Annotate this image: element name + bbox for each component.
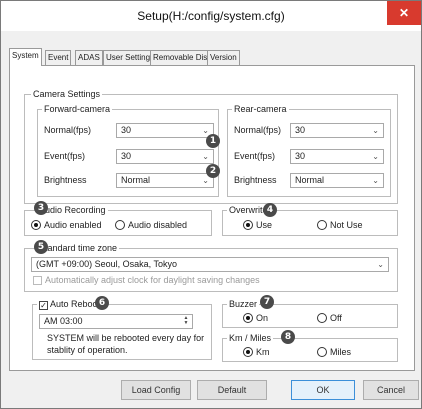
auto-reboot-legend: ✓ Auto Reboot <box>37 299 103 310</box>
rear-event-label: Event(fps) <box>234 151 276 161</box>
overwrite-not-use-label: Not Use <box>330 220 363 230</box>
close-button[interactable]: ✕ <box>387 1 421 25</box>
spin-updown-icon[interactable]: ▲ ▼ <box>181 316 191 327</box>
time-zone-legend: Standard time zone <box>37 243 120 253</box>
forward-event-value: 30 <box>121 151 132 161</box>
overwrite-group: Overwrite Use Not Use <box>222 205 398 236</box>
forward-camera-group: Forward-camera Normal(fps) 30 ⌄ Event(fp… <box>37 104 219 197</box>
time-zone-group: Standard time zone (GMT +09:00) Seoul, O… <box>24 243 398 292</box>
load-config-button[interactable]: Load Config <box>121 380 191 400</box>
tab-removable-disk[interactable]: Removable Disk <box>150 50 215 66</box>
buzzer-on-radio[interactable] <box>243 313 253 323</box>
forward-brightness-label: Brightness <box>44 175 87 185</box>
forward-normal-fps-select[interactable]: 30 ⌄ <box>116 123 214 138</box>
buzzer-off-label: Off <box>330 313 342 323</box>
audio-disabled-radio[interactable] <box>115 220 125 230</box>
forward-camera-legend: Forward-camera <box>42 104 113 114</box>
audio-enabled-label: Audio enabled <box>44 220 102 230</box>
audio-enabled-radio[interactable] <box>31 220 41 230</box>
callout-badge-2: 2 <box>206 164 220 178</box>
audio-recording-group: Audio Recording Audio enabled Audio disa… <box>24 205 212 236</box>
setup-dialog: Setup(H:/config/system.cfg) ✕ System Eve… <box>0 0 422 409</box>
cancel-button[interactable]: Cancel <box>363 380 419 400</box>
forward-brightness-value: Normal <box>121 175 151 185</box>
units-km-label: Km <box>256 347 270 357</box>
buzzer-group: Buzzer On Off <box>222 299 398 328</box>
forward-event-label: Event(fps) <box>44 151 86 161</box>
chevron-down-icon: ⌄ <box>202 152 209 161</box>
rear-brightness-select[interactable]: Normal ⌄ <box>290 173 384 188</box>
rear-camera-legend: Rear-camera <box>232 104 289 114</box>
tab-adas[interactable]: ADAS <box>75 50 103 66</box>
forward-event-fps-select[interactable]: 30 ⌄ <box>116 149 214 164</box>
buzzer-off-radio[interactable] <box>317 313 327 323</box>
callout-badge-4: 4 <box>263 203 277 217</box>
forward-brightness-select[interactable]: Normal ⌄ <box>116 173 214 188</box>
rear-normal-value: 30 <box>295 125 306 135</box>
tab-event[interactable]: Event <box>45 50 72 66</box>
buzzer-legend: Buzzer <box>227 299 260 309</box>
time-zone-value: (GMT +09:00) Seoul, Osaka, Tokyo <box>36 259 177 269</box>
chevron-down-icon: ⌄ <box>372 152 379 161</box>
callout-badge-7: 7 <box>260 295 274 309</box>
callout-badge-5: 5 <box>34 240 48 254</box>
rear-brightness-label: Brightness <box>234 175 277 185</box>
auto-reboot-checkbox[interactable]: ✓ <box>39 301 48 310</box>
units-legend: Km / Miles <box>227 333 274 343</box>
window-title: Setup(H:/config/system.cfg) <box>137 9 285 23</box>
rear-camera-group: Rear-camera Normal(fps) 30 ⌄ Event(fps) … <box>227 104 391 197</box>
reboot-time-value: AM 03:00 <box>44 316 83 326</box>
audio-disabled-label: Audio disabled <box>128 220 188 230</box>
forward-normal-value: 30 <box>121 125 132 135</box>
rear-normal-fps-select[interactable]: 30 ⌄ <box>290 123 384 138</box>
callout-badge-3: 3 <box>34 201 48 215</box>
auto-reboot-label: Auto Reboot <box>50 299 101 309</box>
units-miles-label: Miles <box>330 347 352 357</box>
auto-reboot-group: ✓ Auto Reboot AM 03:00 ▲ ▼ SYSTEM will be … <box>32 299 212 360</box>
rear-event-value: 30 <box>295 151 306 161</box>
callout-badge-6: 6 <box>95 296 109 310</box>
chevron-down-icon: ⌄ <box>377 260 384 269</box>
rear-normal-label: Normal(fps) <box>234 125 282 135</box>
rear-brightness-value: Normal <box>295 175 325 185</box>
units-group: Km / Miles Km Miles <box>222 333 398 362</box>
units-miles-radio[interactable] <box>317 347 327 357</box>
default-button[interactable]: Default <box>197 380 267 400</box>
overwrite-not-use-radio[interactable] <box>317 220 327 230</box>
overwrite-use-label: Use <box>256 220 273 230</box>
ok-button[interactable]: OK <box>291 380 355 400</box>
system-tab-panel: Camera Settings Forward-camera Normal(fp… <box>9 65 415 371</box>
units-km-radio[interactable] <box>243 347 253 357</box>
time-zone-select[interactable]: (GMT +09:00) Seoul, Osaka, Tokyo ⌄ <box>31 257 389 272</box>
camera-settings-group: Camera Settings Forward-camera Normal(fp… <box>24 89 398 204</box>
tab-user-settings[interactable]: User Settings <box>103 50 158 66</box>
rear-event-fps-select[interactable]: 30 ⌄ <box>290 149 384 164</box>
tab-system[interactable]: System <box>9 48 42 66</box>
title-bar: Setup(H:/config/system.cfg) ✕ <box>1 1 421 31</box>
reboot-note-line2: stablity of operation. <box>47 345 128 355</box>
reboot-time-input[interactable]: AM 03:00 ▲ ▼ <box>39 314 193 329</box>
buzzer-on-label: On <box>256 313 269 323</box>
callout-badge-8: 8 <box>281 330 295 344</box>
chevron-down-icon: ⌄ <box>372 126 379 135</box>
chevron-down-icon: ⌄ <box>372 176 379 185</box>
callout-badge-1: 1 <box>206 134 220 148</box>
dst-label: Automatically adjust clock for daylight … <box>45 275 260 285</box>
tab-version[interactable]: Version <box>207 50 240 66</box>
forward-normal-label: Normal(fps) <box>44 125 92 135</box>
overwrite-use-radio[interactable] <box>243 220 253 230</box>
dst-checkbox[interactable] <box>33 276 42 285</box>
reboot-note-line1: SYSTEM will be rebooted every day for <box>47 333 205 343</box>
camera-settings-legend: Camera Settings <box>31 89 103 99</box>
